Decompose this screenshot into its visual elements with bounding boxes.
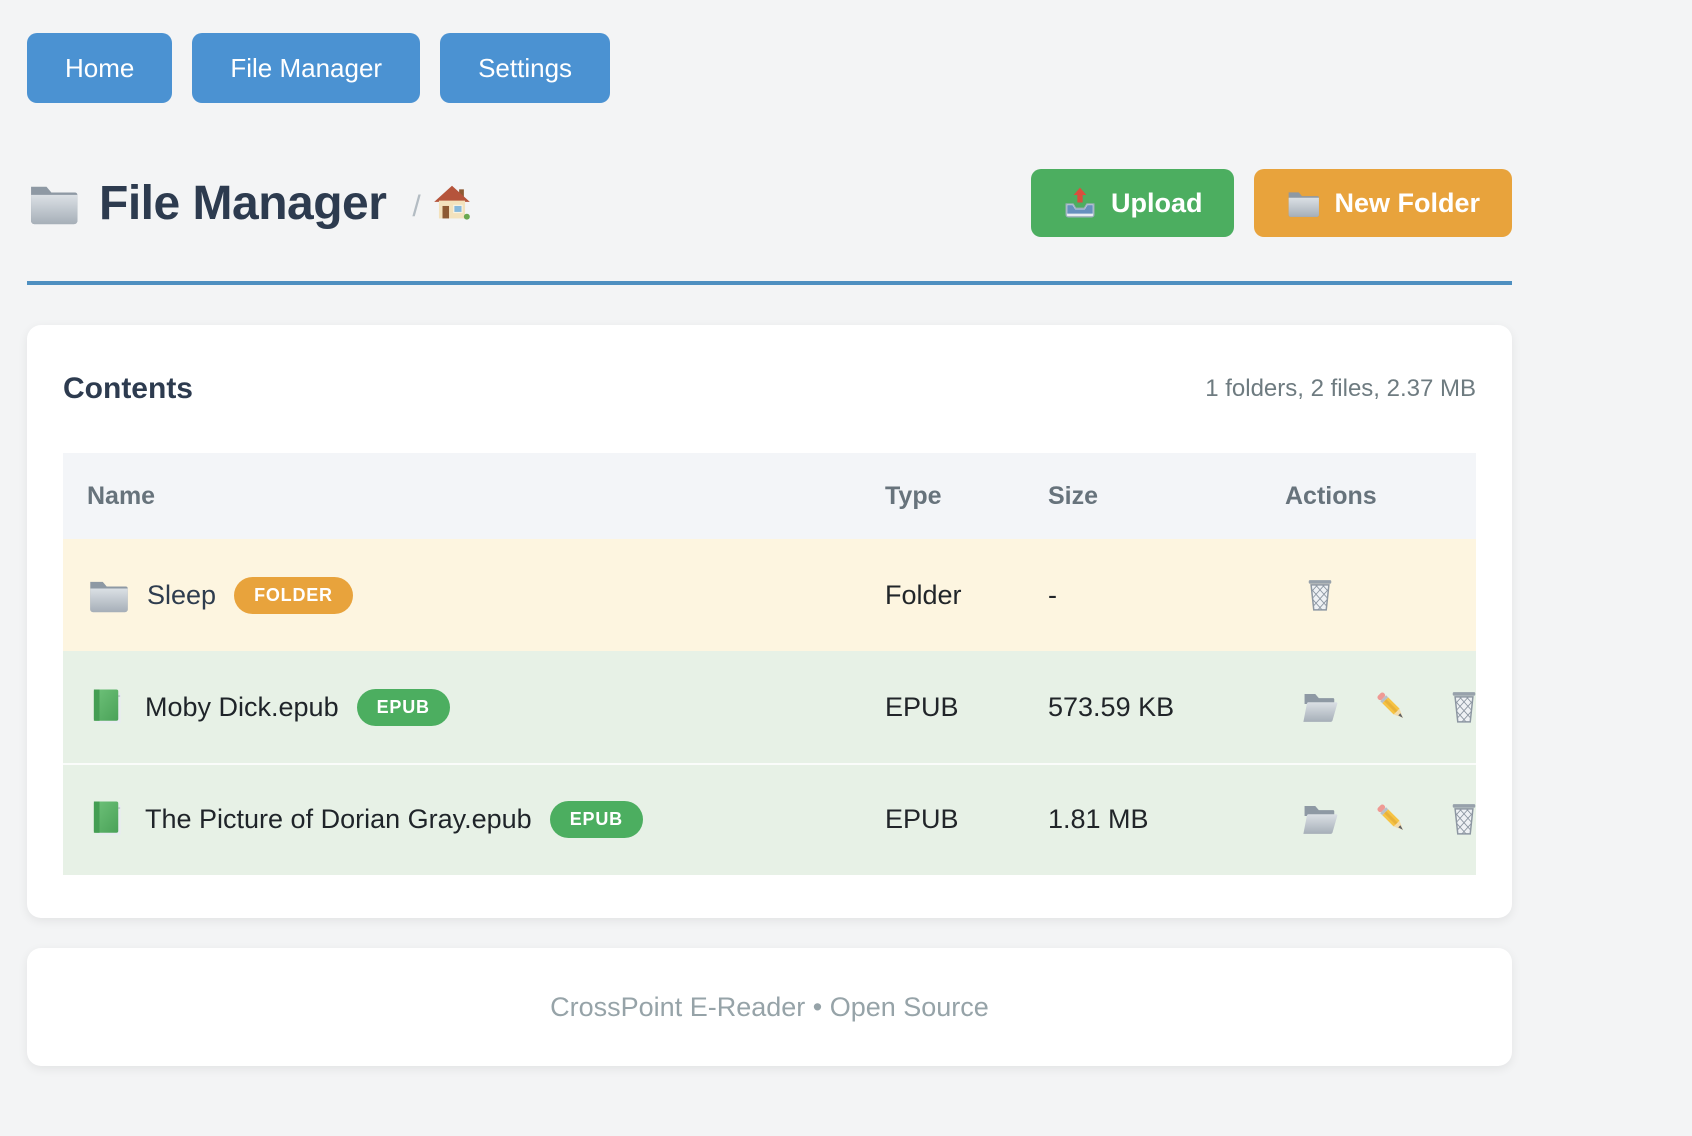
folder-icon — [27, 177, 79, 229]
breadcrumb-separator: / — [412, 190, 420, 224]
contents-summary: 1 folders, 2 files, 2.37 MB — [1205, 375, 1476, 403]
delete-button[interactable] — [1445, 800, 1483, 838]
size-cell: 573.59 KB — [1048, 692, 1285, 723]
type-cell: EPUB — [885, 692, 1048, 723]
title-wrap: File Manager / — [27, 176, 471, 231]
move-button[interactable] — [1301, 800, 1339, 838]
rename-button[interactable] — [1373, 688, 1411, 726]
type-cell: Folder — [885, 580, 1048, 611]
actions-cell — [1285, 688, 1483, 726]
epub-badge: EPUB — [550, 801, 643, 838]
page: Home File Manager Settings File Manager … — [27, 0, 1512, 1066]
table-row-file[interactable]: The Picture of Dorian Gray.epub EPUB EPU… — [63, 763, 1476, 875]
folder-badge: FOLDER — [234, 577, 353, 614]
contents-card-header: Contents 1 folders, 2 files, 2.37 MB — [63, 325, 1476, 453]
nav-settings-button[interactable]: Settings — [440, 33, 610, 103]
open-folder-icon — [1301, 688, 1339, 726]
file-name[interactable]: Moby Dick.epub — [145, 692, 339, 723]
open-folder-icon — [1301, 800, 1339, 838]
name-cell: Sleep FOLDER — [63, 574, 885, 616]
footer-text: CrossPoint E-Reader • Open Source — [550, 992, 989, 1023]
page-header: File Manager / Upload New Folder — [27, 169, 1512, 237]
breadcrumb: / — [412, 184, 470, 222]
nav-file-manager-button[interactable]: File Manager — [192, 33, 420, 103]
table-row-folder[interactable]: Sleep FOLDER Folder - — [63, 539, 1476, 651]
page-title: File Manager — [99, 176, 386, 231]
pencil-icon — [1373, 800, 1411, 838]
folder-icon — [87, 574, 129, 616]
upload-button[interactable]: Upload — [1031, 169, 1235, 237]
delete-button[interactable] — [1445, 688, 1483, 726]
house-icon[interactable] — [433, 184, 471, 222]
upload-tray-icon — [1063, 186, 1097, 220]
type-cell: EPUB — [885, 804, 1048, 835]
nav-home-button[interactable]: Home — [27, 33, 172, 103]
new-folder-button-label: New Folder — [1334, 188, 1480, 219]
delete-button[interactable] — [1301, 576, 1339, 614]
size-cell: 1.81 MB — [1048, 804, 1285, 835]
header-actions: Upload New Folder — [1031, 169, 1512, 237]
column-header-type: Type — [885, 482, 1048, 511]
book-icon — [87, 799, 127, 839]
trash-icon — [1445, 800, 1483, 838]
pencil-icon — [1373, 688, 1411, 726]
file-name[interactable]: The Picture of Dorian Gray.epub — [145, 804, 532, 835]
rename-button[interactable] — [1373, 800, 1411, 838]
actions-cell — [1285, 800, 1483, 838]
folder-icon — [1286, 186, 1320, 220]
footer-card: CrossPoint E-Reader • Open Source — [27, 948, 1512, 1066]
name-cell: Moby Dick.epub EPUB — [63, 687, 885, 727]
epub-badge: EPUB — [357, 689, 450, 726]
upload-button-label: Upload — [1111, 188, 1203, 219]
contents-card: Contents 1 folders, 2 files, 2.37 MB Nam… — [27, 325, 1512, 918]
file-table-header-row: Name Type Size Actions — [63, 453, 1476, 539]
file-table: Name Type Size Actions Sleep FOLDER Fold… — [63, 453, 1476, 875]
move-button[interactable] — [1301, 688, 1339, 726]
top-nav: Home File Manager Settings — [27, 0, 1512, 103]
size-cell: - — [1048, 580, 1285, 611]
table-row-file[interactable]: Moby Dick.epub EPUB EPUB 573.59 KB — [63, 651, 1476, 763]
column-header-actions: Actions — [1285, 482, 1476, 511]
book-icon — [87, 687, 127, 727]
title-divider — [27, 281, 1512, 285]
file-name[interactable]: Sleep — [147, 580, 216, 611]
actions-cell — [1285, 576, 1476, 614]
column-header-name: Name — [63, 482, 885, 511]
contents-heading: Contents — [63, 372, 193, 406]
trash-icon — [1445, 688, 1483, 726]
column-header-size: Size — [1048, 482, 1285, 511]
new-folder-button[interactable]: New Folder — [1254, 169, 1512, 237]
name-cell: The Picture of Dorian Gray.epub EPUB — [63, 799, 885, 839]
trash-icon — [1301, 576, 1339, 614]
